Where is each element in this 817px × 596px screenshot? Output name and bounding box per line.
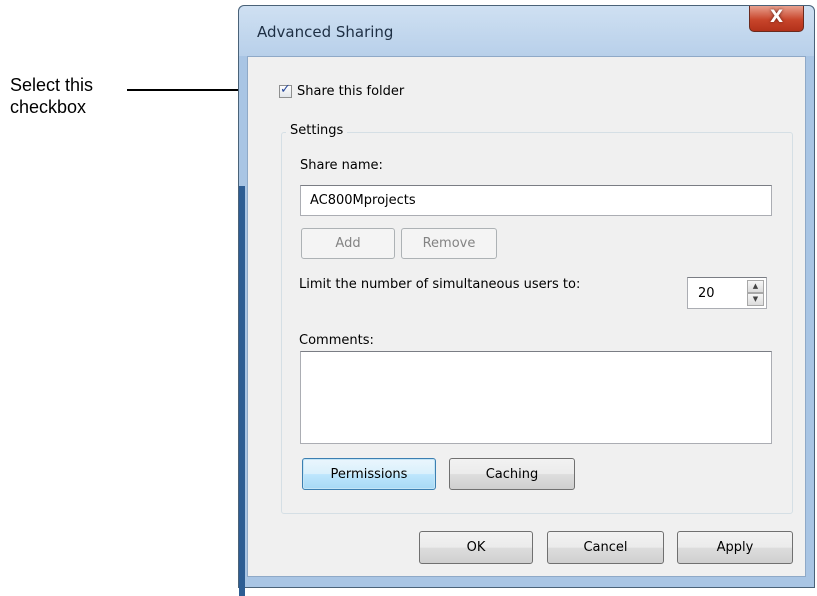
caching-button[interactable]: Caching	[449, 458, 575, 490]
limit-users-label: Limit the number of simultaneous users t…	[299, 277, 581, 292]
share-folder-row[interactable]: ✓ Share this folder	[279, 82, 404, 99]
spin-up-icon[interactable]: ▲	[747, 280, 764, 293]
user-limit-value[interactable]: 20	[698, 286, 715, 301]
dialog-client-area: ✓ Share this folder Settings Share name:…	[247, 56, 806, 577]
comments-label: Comments:	[299, 333, 374, 348]
window-left-edge	[239, 186, 245, 596]
title-bar[interactable]: Advanced Sharing X	[239, 6, 814, 56]
checkmark-icon: ✓	[280, 82, 291, 97]
share-folder-checkbox[interactable]: ✓	[279, 82, 292, 98]
permissions-button[interactable]: Permissions	[302, 458, 436, 490]
share-name-label: Share name:	[300, 158, 383, 173]
annotation-text: Select this checkbox	[10, 75, 94, 117]
ok-button[interactable]: OK	[419, 531, 533, 564]
user-limit-spinner[interactable]: 20 ▲ ▼	[687, 277, 767, 309]
share-name-input[interactable]: AC800Mprojects	[300, 185, 772, 216]
apply-button[interactable]: Apply	[677, 531, 793, 564]
settings-group-title: Settings	[286, 123, 348, 138]
share-name-value: AC800Mprojects	[310, 193, 416, 208]
comments-textarea[interactable]	[300, 351, 772, 444]
close-icon: X	[769, 7, 784, 27]
spinner-buttons: ▲ ▼	[747, 280, 764, 306]
cancel-button[interactable]: Cancel	[547, 531, 664, 564]
remove-button[interactable]: Remove	[401, 228, 497, 259]
close-button[interactable]: X	[749, 6, 804, 32]
window-title: Advanced Sharing	[257, 23, 394, 41]
spin-down-icon[interactable]: ▼	[747, 293, 764, 306]
advanced-sharing-window: Advanced Sharing X ✓ Share this folder S…	[238, 5, 815, 596]
share-folder-label[interactable]: Share this folder	[297, 84, 404, 99]
add-button[interactable]: Add	[301, 228, 395, 259]
